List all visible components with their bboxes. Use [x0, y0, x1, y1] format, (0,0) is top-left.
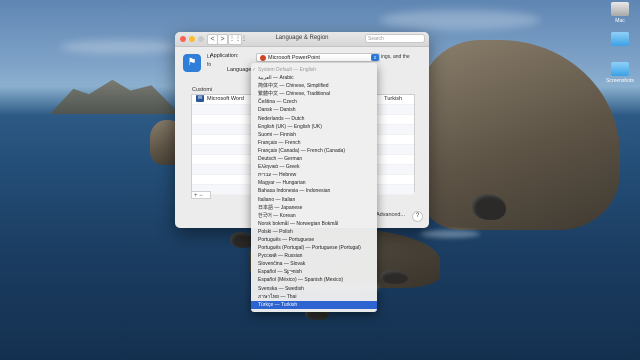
menu-item[interactable]: Türkçe — Turkish [251, 300, 377, 309]
desktop-icon-folder[interactable] [606, 32, 634, 48]
menu-item[interactable]: Русский — Russian [251, 252, 377, 260]
menu-item[interactable]: Norsk bokmål — Norwegian Bokmål [251, 220, 377, 228]
menu-item[interactable]: English (UK) — English (UK) [251, 123, 377, 131]
mouse-pointer-icon: ➤ [287, 268, 294, 277]
powerpoint-icon [260, 54, 266, 61]
language-region-icon: ⚑ [183, 54, 201, 72]
search-field[interactable]: Search [365, 34, 425, 43]
menu-item[interactable]: Bahasa Indonesia — Indonesian [251, 187, 377, 195]
menu-item[interactable]: Magyar — Hungarian [251, 179, 377, 187]
help-button[interactable]: ? [412, 211, 423, 222]
menu-item[interactable]: Português (Portugal) — Portuguese (Portu… [251, 244, 377, 252]
application-label: Application: [210, 53, 239, 59]
menu-item[interactable]: العربية — Arabic [251, 74, 377, 82]
app-language: Turkish [384, 96, 402, 102]
desktop-icon-label: Mac [615, 18, 625, 24]
menu-item[interactable]: Slovenčina — Slovak [251, 260, 377, 268]
menu-item[interactable]: Español (México) — Spanish (Mexico) [251, 276, 377, 284]
title-bar[interactable]: < > ⋮⋮⋮ Language & Region Search [175, 32, 429, 47]
menu-item[interactable]: 繁體中文 — Chinese, Traditional [251, 90, 377, 98]
menu-item[interactable]: Español — Spanish [251, 268, 377, 276]
add-remove-buttons[interactable]: + − [191, 191, 211, 199]
folder-icon [611, 62, 629, 76]
advanced-button[interactable]: Advanced... [376, 212, 405, 218]
menu-item[interactable]: Polski — Polish [251, 228, 377, 236]
menu-item[interactable]: 简体中文 — Chinese, Simplified [251, 82, 377, 90]
menu-item[interactable]: עברית — Hebrew [251, 171, 377, 179]
customize-label: Customi [192, 87, 213, 93]
application-popup[interactable]: Microsoft PowerPoint ⇕ [256, 53, 380, 62]
language-dropdown-menu[interactable]: System Default — Englishالعربية — Arabic… [251, 63, 377, 312]
description-text: fo [207, 62, 212, 68]
desktop-icon-screenshots[interactable]: Screenshots [606, 62, 634, 84]
menu-item[interactable]: ภาษาไทย — Thai [251, 293, 377, 301]
menu-item[interactable]: Français (Canada) — French (Canada) [251, 147, 377, 155]
desktop-icon-label: Screenshots [606, 78, 634, 84]
application-value: Microsoft PowerPoint [268, 55, 320, 61]
menu-item[interactable]: Svenska — Swedish [251, 285, 377, 293]
menu-item: System Default — English [251, 66, 377, 74]
menu-item[interactable]: Suomi — Finnish [251, 131, 377, 139]
menu-item[interactable]: Português — Portuguese [251, 236, 377, 244]
word-app-icon: W [196, 95, 204, 103]
chevron-updown-icon: ⇕ [371, 54, 379, 61]
app-name: Microsoft Word [207, 96, 244, 102]
desktop-icon-mac[interactable]: Mac [606, 2, 634, 24]
menu-item[interactable]: Dansk — Danish [251, 106, 377, 114]
description-text: ings, and the [381, 54, 410, 60]
menu-item[interactable]: Deutsch — German [251, 155, 377, 163]
language-label: Language [227, 67, 252, 73]
menu-item[interactable]: 日本語 — Japanese [251, 204, 377, 212]
menu-item[interactable]: Nederlands — Dutch [251, 115, 377, 123]
menu-item[interactable]: 한국어 — Korean [251, 212, 377, 220]
hard-disk-icon [611, 2, 629, 16]
menu-item[interactable]: Čeština — Czech [251, 98, 377, 106]
menu-item[interactable]: Français — French [251, 139, 377, 147]
menu-item[interactable]: Italiano — Italian [251, 196, 377, 204]
folder-icon [611, 32, 629, 46]
menu-item[interactable]: Ελληνικά — Greek [251, 163, 377, 171]
